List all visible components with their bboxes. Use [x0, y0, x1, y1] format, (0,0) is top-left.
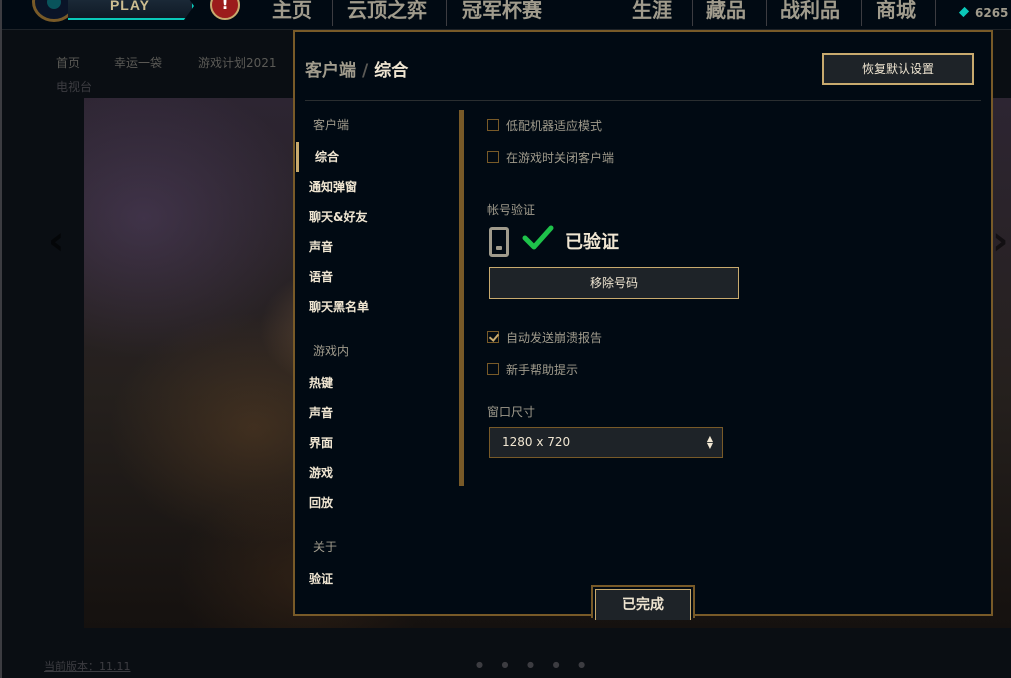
sidebar-item-sound[interactable]: 声音 [309, 238, 333, 256]
sidebar-item-general[interactable]: 综合 [315, 148, 339, 166]
settings-content: 低配机器适应模式 在游戏时关闭客户端 帐号验证 已验证 移除号码 自动发送崩溃报… [487, 110, 977, 610]
account-verification-label: 帐号验证 [487, 203, 536, 217]
nav-clash[interactable]: 冠军杯赛 [462, 0, 542, 24]
sidebar-item-chat-friends[interactable]: 聊天&好友 [309, 208, 367, 226]
sidebar-scrollbar[interactable] [459, 110, 464, 486]
window-size-label: 窗口尺寸 [487, 405, 536, 419]
carousel-dots[interactable]: ● ● ● ● ● [476, 660, 593, 669]
patch-notes-link[interactable]: 当前版本：11.11 [44, 658, 131, 674]
nav-divider [692, 0, 693, 26]
low-spec-mode-option[interactable]: 低配机器适应模式 [487, 116, 602, 134]
home-subnav: 首页 幸运一袋 游戏计划2021 电视台 [2, 46, 302, 96]
sidebar-item-voice[interactable]: 语音 [309, 268, 333, 286]
essence-gem-icon [958, 6, 970, 18]
crash-report-checkbox[interactable] [487, 331, 499, 343]
nav-divider [766, 0, 767, 26]
close-client-label: 在游戏时关闭客户端 [506, 150, 615, 165]
alert-icon[interactable]: ! [210, 0, 240, 20]
top-navigation-bar: PLAY ! 主页 云顶之弈 冠军杯赛 生涯 藏品 战利品 商城 6265 [2, 0, 1011, 30]
chevron-right-icon[interactable]: › [992, 218, 1008, 264]
verified-status: 已验证 [565, 232, 619, 253]
done-button[interactable]: 已完成 [595, 589, 691, 620]
newbie-tips-checkbox[interactable] [487, 363, 499, 375]
breadcrumb-current: 综合 [374, 61, 409, 81]
chevron-left-icon[interactable]: ‹ [48, 218, 64, 264]
nav-divider [935, 0, 936, 26]
nav-divider [861, 0, 862, 26]
sidebar-section-ingame: 游戏内 [313, 344, 350, 358]
sidebar-section-client: 客户端 [313, 118, 350, 132]
subnav-game-plan[interactable]: 游戏计划2021 [198, 54, 277, 71]
header-divider [305, 100, 981, 101]
play-button[interactable]: PLAY [68, 0, 194, 20]
blue-essence-counter[interactable]: 6265 [958, 6, 1009, 20]
nav-loot[interactable]: 战利品 [780, 0, 840, 24]
close-client-checkbox[interactable] [487, 151, 499, 163]
sidebar-item-interface[interactable]: 界面 [309, 434, 333, 452]
newbie-tips-label: 新手帮助提示 [506, 362, 579, 377]
nav-profile[interactable]: 生涯 [632, 0, 672, 24]
subnav-home[interactable]: 首页 [56, 54, 80, 71]
settings-modal: 客户端 / 综合 恢复默认设置 客户端 综合 通知弹窗 聊天&好友 声音 语音 聊天… [293, 30, 993, 620]
nav-tft[interactable]: 云顶之弈 [347, 0, 427, 24]
subnav-tv[interactable]: 电视台 [56, 78, 92, 95]
nav-collection[interactable]: 藏品 [706, 0, 746, 24]
currency-amount: 6265 [975, 6, 1009, 20]
settings-sidebar: 客户端 综合 通知弹窗 聊天&好友 声音 语音 聊天黑名单 游戏内 热键 声音 … [295, 110, 465, 600]
checkmark-icon [522, 225, 554, 250]
phone-icon [489, 227, 509, 257]
sidebar-item-replays[interactable]: 回放 [309, 494, 333, 512]
sidebar-item-game[interactable]: 游戏 [309, 464, 333, 482]
breadcrumb-section: 客户端 [305, 61, 356, 81]
nav-home[interactable]: 主页 [272, 0, 312, 24]
newbie-tips-option[interactable]: 新手帮助提示 [487, 360, 578, 378]
settings-header: 客户端 / 综合 恢复默认设置 [295, 32, 991, 102]
breadcrumb: 客户端 / 综合 [305, 56, 408, 81]
sidebar-item-notifications[interactable]: 通知弹窗 [309, 178, 357, 196]
low-spec-mode-label: 低配机器适应模式 [506, 118, 603, 133]
subnav-lucky-bag[interactable]: 幸运一袋 [114, 54, 162, 71]
low-spec-mode-checkbox[interactable] [487, 119, 499, 131]
crash-report-option[interactable]: 自动发送崩溃报告 [487, 328, 602, 346]
sidebar-item-chat-blocklist[interactable]: 聊天黑名单 [309, 298, 369, 316]
close-client-option[interactable]: 在游戏时关闭客户端 [487, 148, 614, 166]
remove-number-button[interactable]: 移除号码 [489, 267, 739, 299]
sidebar-item-hotkeys[interactable]: 热键 [309, 374, 333, 392]
restore-defaults-button[interactable]: 恢复默认设置 [822, 53, 974, 85]
sidebar-item-verification[interactable]: 验证 [309, 570, 333, 588]
sidebar-item-ingame-sound[interactable]: 声音 [309, 404, 333, 422]
done-button-frame: 已完成 [591, 585, 695, 620]
breadcrumb-separator: / [362, 61, 369, 81]
window-size-select[interactable]: 1280 x 720 ▲ ▼ [489, 427, 723, 458]
nav-divider [332, 0, 333, 26]
select-arrows-icon: ▲ ▼ [706, 434, 714, 450]
crash-report-label: 自动发送崩溃报告 [506, 330, 603, 345]
active-item-marker [296, 142, 299, 172]
window-size-value: 1280 x 720 [502, 435, 571, 449]
nav-divider [446, 0, 447, 26]
nav-store[interactable]: 商城 [876, 0, 916, 24]
sidebar-section-about: 关于 [313, 540, 338, 554]
